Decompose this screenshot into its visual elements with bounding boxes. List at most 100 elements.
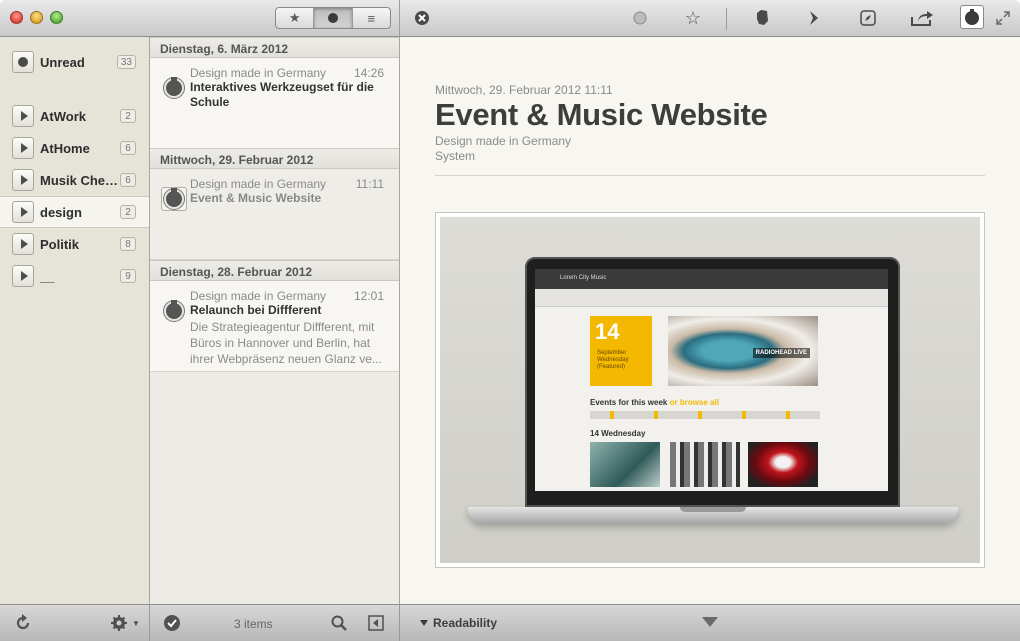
site-topbar: Lorem City Music [535,269,888,289]
feed-logo-icon [164,300,184,321]
reeder-window: ★ ≡ ☆ Unread 33 AtWork 2 AtHome 6 Musik … [0,0,1020,641]
events-day-row [590,411,820,419]
open-safari-button[interactable] [858,8,878,28]
unread-count-badge: 33 [116,55,136,69]
circle-icon [633,11,647,25]
article-item-selected[interactable]: Design made in Germany 11:11 Event & Mus… [150,169,399,260]
divider [435,175,985,176]
article-item[interactable]: Design made in Germany 14:26 Interaktive… [150,58,399,149]
event-thumbnail [748,442,818,487]
article-item[interactable]: Design made in Germany 12:01 Relaunch be… [150,281,399,372]
laptop-mockup-image: Lorem City Music 14 September Wednesday … [440,217,980,563]
sidebar-item-design[interactable]: design 2 [0,196,149,228]
toolbar-divider [399,0,400,37]
filter-all-button[interactable]: ≡ [351,8,390,28]
feed-info-button[interactable] [960,5,984,29]
fullscreen-button[interactable] [995,8,1011,28]
sidebar-item-athome[interactable]: AtHome 6 [0,132,149,164]
filter-unread-button[interactable] [313,8,352,28]
readability-send-button[interactable] [805,8,823,28]
expand-icon [996,11,1010,25]
article-time: 12:01 [353,289,384,303]
sidebar-item-label: Politik [40,236,80,252]
sidebar-item-label: design [40,204,82,220]
star-icon: ★ [288,10,301,25]
unread-count-badge: 6 [120,173,136,187]
unread-dot-icon [18,57,28,67]
sidebar-item-unread[interactable]: Unread 33 [0,46,149,78]
list-bottom-bar: 3 items [150,604,400,641]
filter-starred-button[interactable]: ★ [276,8,313,28]
search-button[interactable] [329,614,349,632]
settings-menu-button[interactable]: ▼ [108,614,142,632]
folder-disclosure-button[interactable] [12,105,34,127]
unread-dot-icon [327,13,338,23]
laptop-notch [680,507,746,512]
article-snippet: Die Strategieagentur Diffferent, mit Bür… [190,320,382,366]
unread-count-badge: 2 [120,109,136,123]
toggle-sidebar-button[interactable] [366,614,386,632]
sidebar-item-musik-checker[interactable]: Musik Checker 6 [0,164,149,196]
unread-count-badge: 2 [120,205,136,219]
refresh-button[interactable] [13,614,33,632]
article-title: Interaktives Werkzeugset für die Schule [190,80,374,109]
article-title: Relaunch bei Diffferent [190,303,322,317]
mark-unread-button[interactable] [631,8,649,28]
site-name: Lorem City Music [560,275,607,281]
refresh-icon [16,614,30,630]
featured-date-block: 14 September Wednesday (Featured) [590,316,652,386]
article-source: Design made in Germany [190,177,327,191]
window-zoom-button[interactable] [50,11,63,24]
article-image: Lorem City Music 14 September Wednesday … [435,212,985,568]
folder-disclosure-button[interactable] [12,233,34,255]
star-outline-icon: ☆ [684,7,702,28]
unread-box [12,51,34,73]
list-icon: ≡ [367,10,376,26]
feed-logo-icon [164,188,184,209]
window-close-button[interactable] [10,11,23,24]
events-heading: Events for this week or browse all [590,398,719,407]
article-time: 11:11 [355,177,384,191]
gear-icon [111,615,128,631]
feed-logo-icon [965,9,979,25]
day-header: Dienstag, 6. März 2012 [150,37,399,58]
article-list: Dienstag, 6. März 2012 Design made in Ge… [150,37,400,604]
sidebar-item-politik[interactable]: Politik 8 [0,228,149,260]
folder-disclosure-button[interactable] [12,265,34,287]
triangle-down-icon [702,617,718,627]
close-circle-icon [415,11,429,25]
folder-disclosure-button[interactable] [12,169,34,191]
evernote-icon [757,10,768,25]
article-time: 14:26 [353,66,384,80]
sidebar-item-label: Musik Checker [40,172,120,188]
chevron-down-icon: ▼ [132,618,140,628]
toolbar: ★ ≡ ☆ [0,0,1020,37]
triangle-right-icon [20,143,28,153]
article-feed-name: Design made in Germany [435,134,572,148]
sidebar-item-atwork[interactable]: AtWork 2 [0,100,149,132]
folder-disclosure-button[interactable] [12,137,34,159]
evernote-button[interactable] [752,8,772,28]
unread-count-badge: 6 [120,141,136,155]
star-article-button[interactable]: ☆ [683,8,703,28]
sidebar-item-underscore[interactable]: __ 9 [0,260,149,292]
window-minimize-button[interactable] [30,11,43,24]
folder-disclosure-button[interactable] [12,201,34,223]
share-arrow-icon [911,11,933,26]
share-button[interactable] [909,8,935,28]
article-source: Design made in Germany [190,289,327,303]
next-article-button[interactable] [701,614,719,632]
event-thumbnail [590,442,660,487]
article-folder-name: System [435,149,476,163]
feed-logo-icon [164,77,184,98]
filter-segmented-control: ★ ≡ [275,7,391,29]
reading-pane: Mittwoch, 29. Februar 2012 11:11 Event &… [400,37,1020,604]
article-heading[interactable]: Event & Music Website [435,97,768,133]
mark-all-read-button[interactable] [162,614,182,632]
triangle-right-icon [20,111,28,121]
featured-date-number: 14 [595,319,620,344]
triangle-right-icon [20,239,28,249]
close-article-button[interactable] [413,8,431,28]
readability-toggle[interactable]: Readability [420,616,497,630]
article-title: Event & Music Website [190,191,322,205]
